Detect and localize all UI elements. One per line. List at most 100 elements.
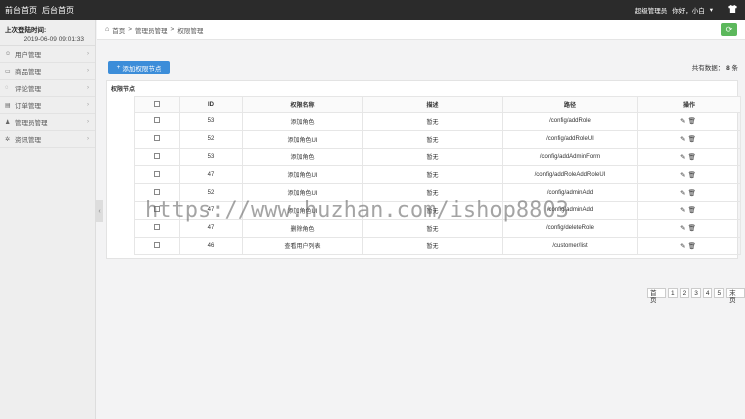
total-label: 共有数据： xyxy=(691,65,725,72)
row-path: /config/addRole xyxy=(502,112,638,131)
sidebar-item-label: 评论管理 xyxy=(15,86,41,93)
checkbox[interactable] xyxy=(154,170,160,177)
delete-icon[interactable]: 🗑 xyxy=(688,190,698,197)
checkbox[interactable] xyxy=(154,100,160,107)
delete-icon[interactable]: 🗑 xyxy=(688,207,698,214)
table-row: 52 添加角色UI 暂无/config/addRoleUI ✎🗑 xyxy=(134,129,741,149)
row-select[interactable] xyxy=(134,112,180,131)
row-id: 53 xyxy=(179,112,243,131)
total-count: 共有数据： 8 条 xyxy=(692,62,738,72)
sidebar: 上次登陆时间: 2019-06-09 09:01:33 ☺ 用户管理 › ▭ 商… xyxy=(0,20,96,419)
chevron-right-icon: › xyxy=(87,51,89,57)
last-login: 上次登陆时间: 2019-06-09 09:01:33 xyxy=(0,20,95,46)
sidebar-item-comments[interactable]: ◌ 评论管理 › xyxy=(0,80,95,97)
chevron-down-icon[interactable]: ▾ xyxy=(710,6,713,14)
table-row: 47 添加角色UI 暂无/config/addRoleAddRoleUI ✎🗑 xyxy=(134,165,741,185)
edit-icon[interactable]: ✎ xyxy=(680,207,687,214)
user-greeting[interactable]: 你好，小白 xyxy=(672,5,705,15)
checkbox[interactable] xyxy=(154,152,160,159)
breadcrumb-admin[interactable]: 管理员管理 xyxy=(135,25,168,35)
row-select[interactable] xyxy=(134,147,180,167)
checkbox[interactable] xyxy=(154,241,160,248)
page-5[interactable]: 5 xyxy=(714,288,725,298)
refresh-button[interactable]: ⟳ xyxy=(721,23,737,36)
delete-icon[interactable]: 🗑 xyxy=(688,225,698,232)
panel-title: 权限节点 xyxy=(111,87,136,93)
user-icon: ☺ xyxy=(5,51,12,57)
nav-front-home[interactable]: 前台首页 xyxy=(5,5,37,16)
checkbox[interactable] xyxy=(154,188,160,195)
breadcrumb-home[interactable]: 首页 xyxy=(112,25,125,35)
delete-icon[interactable]: 🗑 xyxy=(688,243,698,250)
last-login-label: 上次登陆时间: xyxy=(5,27,47,34)
admin-role-label: 超级管理员 xyxy=(634,8,668,15)
row-path: /config/addAdminForm xyxy=(502,147,638,167)
sidebar-item-orders[interactable]: ▤ 订单管理 › xyxy=(0,97,95,114)
row-id: 47 xyxy=(179,165,243,185)
checkbox[interactable] xyxy=(154,117,160,124)
goods-icon: ▭ xyxy=(5,68,11,75)
row-select[interactable] xyxy=(134,129,180,149)
col-select-all[interactable] xyxy=(134,96,180,113)
page-last[interactable]: 末页 xyxy=(726,288,745,304)
table-header: ID 权限名称 描述 路径 操作 xyxy=(134,96,741,113)
watermark: https://www.huzhan.com/ishop8803 xyxy=(145,198,569,223)
nav-back-home[interactable]: 后台首页 xyxy=(42,5,74,16)
sidebar-item-label: 资讯管理 xyxy=(15,137,41,144)
row-id: 52 xyxy=(179,129,243,149)
page-first[interactable]: 首页 xyxy=(647,288,666,304)
row-select[interactable] xyxy=(134,165,180,185)
row-id: 53 xyxy=(179,147,243,167)
shirt-icon[interactable] xyxy=(728,5,737,15)
sidebar-item-label: 订单管理 xyxy=(15,103,41,110)
edit-icon[interactable]: ✎ xyxy=(680,154,687,161)
total-number: 8 xyxy=(726,65,730,72)
page-1[interactable]: 1 xyxy=(667,288,678,298)
row-name: 添加角色 xyxy=(242,112,363,131)
edit-icon[interactable]: ✎ xyxy=(680,190,687,197)
row-name: 查看用户列表 xyxy=(242,236,363,256)
table-row: 53 添加角色 暂无/config/addRole ✎🗑 xyxy=(134,112,741,131)
comment-icon: ◌ xyxy=(5,85,9,91)
breadcrumb: ⌂ 首页 > 管理员管理 > 权限管理 xyxy=(97,20,745,40)
edit-icon[interactable]: ✎ xyxy=(680,136,687,143)
row-name: 添加角色UI xyxy=(242,165,363,185)
delete-icon[interactable]: 🗑 xyxy=(688,136,698,143)
page-3[interactable]: 3 xyxy=(691,288,701,298)
checkbox[interactable] xyxy=(154,224,160,231)
row-desc: 暂无 xyxy=(362,129,503,149)
col-id: ID xyxy=(179,96,243,113)
col-desc: 描述 xyxy=(362,96,503,113)
page-4[interactable]: 4 xyxy=(702,288,713,298)
row-actions: ✎🗑 xyxy=(637,147,741,167)
sidebar-item-admins[interactable]: ♟ 管理员管理 › xyxy=(0,114,95,131)
row-select[interactable] xyxy=(134,236,180,256)
table-row: 46 查看用户列表 暂无/customer/list ✎🗑 xyxy=(134,236,741,256)
sidebar-item-goods[interactable]: ▭ 商品管理 › xyxy=(0,63,95,80)
row-actions: ✎🗑 xyxy=(637,200,741,220)
checkbox[interactable] xyxy=(154,135,160,142)
row-actions: ✎🗑 xyxy=(637,236,741,256)
add-permission-button[interactable]: + 添加权限节点 xyxy=(108,61,170,74)
edit-icon[interactable]: ✎ xyxy=(680,172,687,179)
row-path: /config/addRoleAddRoleUI xyxy=(502,165,638,185)
last-login-time: 2019-06-09 09:01:33 xyxy=(23,36,84,43)
chevron-right-icon: › xyxy=(87,68,89,74)
user-area: 超级管理员 你好，小白 ▾ xyxy=(635,5,745,15)
row-path: /customer/list xyxy=(502,236,638,256)
edit-icon[interactable]: ✎ xyxy=(680,225,687,232)
delete-icon[interactable]: 🗑 xyxy=(688,118,698,125)
row-actions: ✎🗑 xyxy=(637,112,741,131)
row-id: 46 xyxy=(179,236,243,256)
refresh-icon: ⟳ xyxy=(725,25,733,34)
edit-icon[interactable]: ✎ xyxy=(680,118,687,125)
plus-icon: + xyxy=(116,64,121,71)
sidebar-item-users[interactable]: ☺ 用户管理 › xyxy=(0,46,95,63)
delete-icon[interactable]: 🗑 xyxy=(688,172,698,179)
delete-icon[interactable]: 🗑 xyxy=(688,154,698,161)
edit-icon[interactable]: ✎ xyxy=(680,243,687,250)
admin-icon: ♟ xyxy=(5,119,11,126)
page-2[interactable]: 2 xyxy=(679,288,690,298)
sidebar-collapse-handle[interactable]: ‹ xyxy=(96,200,103,222)
sidebar-item-news[interactable]: ✲ 资讯管理 › xyxy=(0,131,95,148)
